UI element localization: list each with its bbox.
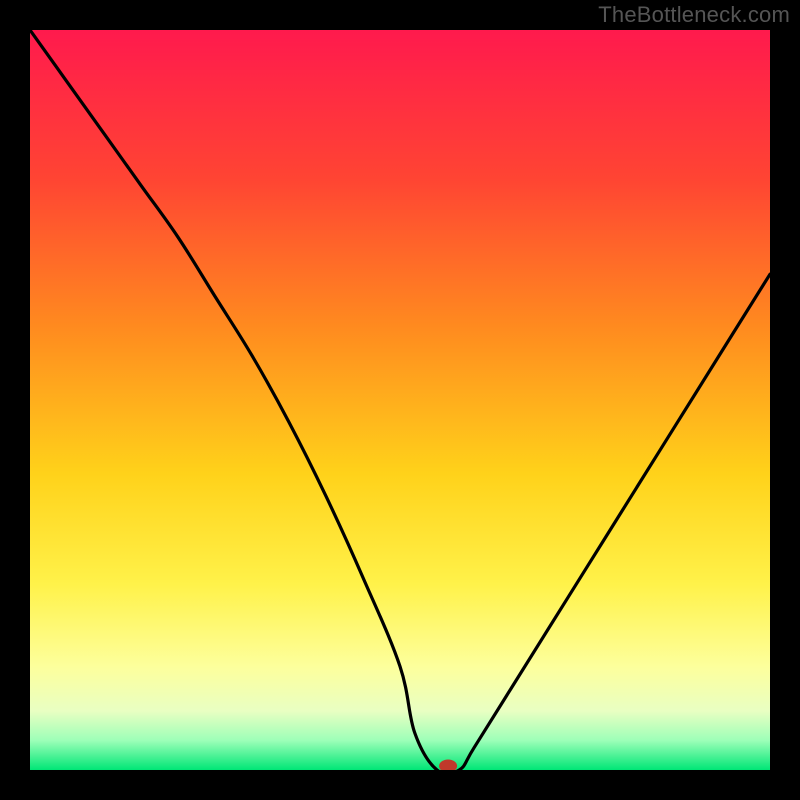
watermark-label: TheBottleneck.com [598,2,790,28]
gradient-rect [30,30,770,770]
chart-frame: TheBottleneck.com [0,0,800,800]
plot-svg [30,30,770,770]
plot-area [30,30,770,770]
